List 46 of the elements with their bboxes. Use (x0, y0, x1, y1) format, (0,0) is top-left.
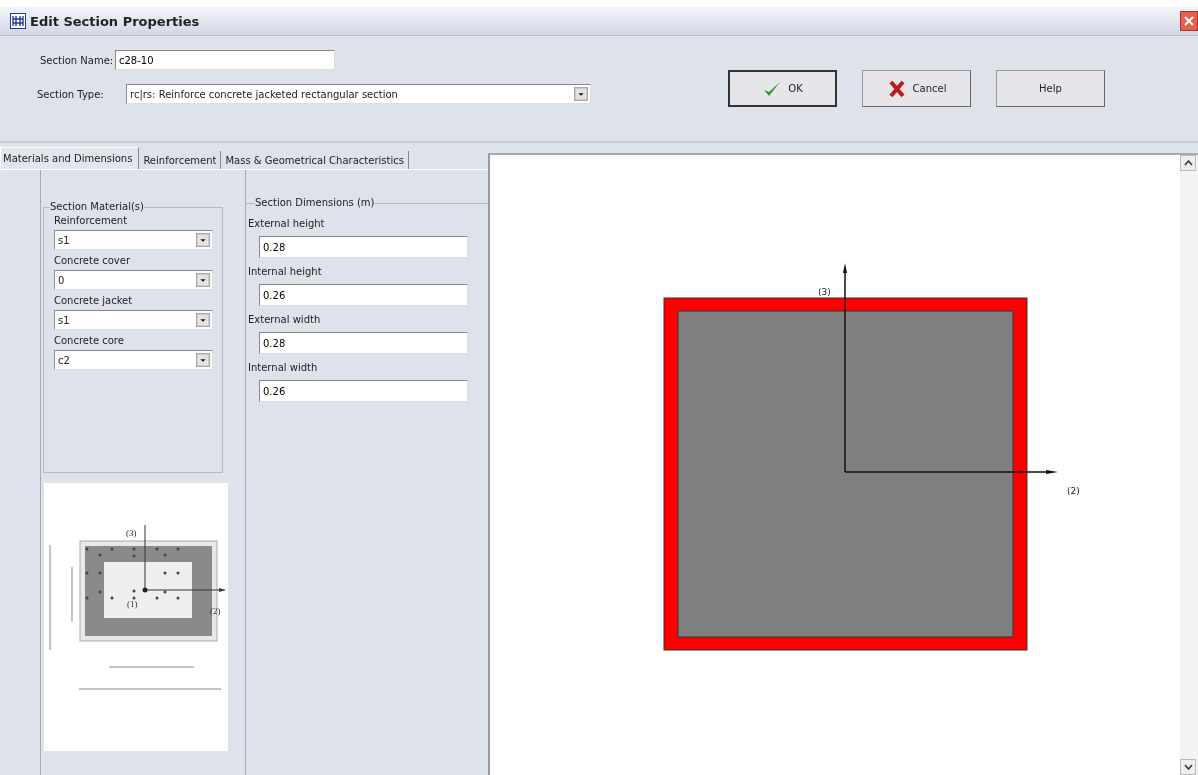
close-button[interactable] (1180, 11, 1198, 31)
tab[interactable]: Materials and Dimensions (0, 147, 140, 169)
field-label: Section Name: (40, 54, 115, 66)
grid-icon (10, 13, 26, 29)
material-dropdown[interactable]: s1 (54, 230, 213, 250)
material-dropdown[interactable]: c2 (54, 350, 213, 370)
field-label: External height (248, 218, 326, 231)
material-dropdown[interactable]: s1 (54, 310, 213, 330)
field-label: Reinforcement (54, 215, 129, 228)
group-title: Section Dimensions (m) (255, 197, 375, 208)
help-button[interactable]: Help (996, 70, 1105, 107)
dropdown-caret-icon[interactable] (574, 87, 588, 101)
axis-label: (2) (1067, 486, 1080, 496)
ok-button[interactable]: OK (728, 70, 837, 107)
cancel-button[interactable]: Cancel (862, 70, 971, 107)
section-type-dropdown[interactable]: rc|rs: Reinforce concrete jacketed rectangular section (126, 84, 591, 104)
dimension-field[interactable]: 0.26 (259, 284, 468, 306)
window-title: Edit Section Properties (30, 13, 201, 29)
axis-label: (3) (818, 287, 831, 297)
checkmark-icon (762, 79, 783, 98)
scroll-up-button[interactable] (1180, 155, 1196, 171)
dimension-field[interactable]: 0.28 (259, 332, 468, 354)
axis-label: (2) (210, 606, 221, 616)
material-dropdown[interactable]: 0 (54, 270, 213, 290)
scrollbar[interactable] (1180, 155, 1198, 775)
group-title: Section Material(s) (50, 201, 144, 212)
field-label: Internal width (248, 362, 319, 375)
dropdown-caret-icon[interactable] (196, 273, 210, 287)
chevron-down-icon (1183, 764, 1193, 770)
dimension-field[interactable]: 0.28 (259, 236, 468, 258)
chevron-up-icon (1183, 160, 1193, 166)
axis-label: (3) (126, 528, 137, 538)
field-label: External width (248, 314, 322, 327)
field-label: Section Type: (37, 88, 105, 100)
scroll-down-button[interactable] (1180, 759, 1196, 775)
field-label: Concrete core (54, 335, 125, 348)
section-name-field[interactable]: c28-10 (115, 50, 335, 70)
field-label: Concrete jacket (54, 295, 134, 308)
dropdown-caret-icon[interactable] (196, 353, 210, 367)
field-label: Internal height (248, 266, 323, 279)
dropdown-caret-icon[interactable] (196, 233, 210, 247)
field-label: Concrete cover (54, 255, 132, 268)
dimension-field[interactable]: 0.26 (259, 380, 468, 402)
close-icon (1184, 16, 1194, 26)
axis-label: (1) (127, 599, 138, 609)
dropdown-caret-icon[interactable] (196, 313, 210, 327)
